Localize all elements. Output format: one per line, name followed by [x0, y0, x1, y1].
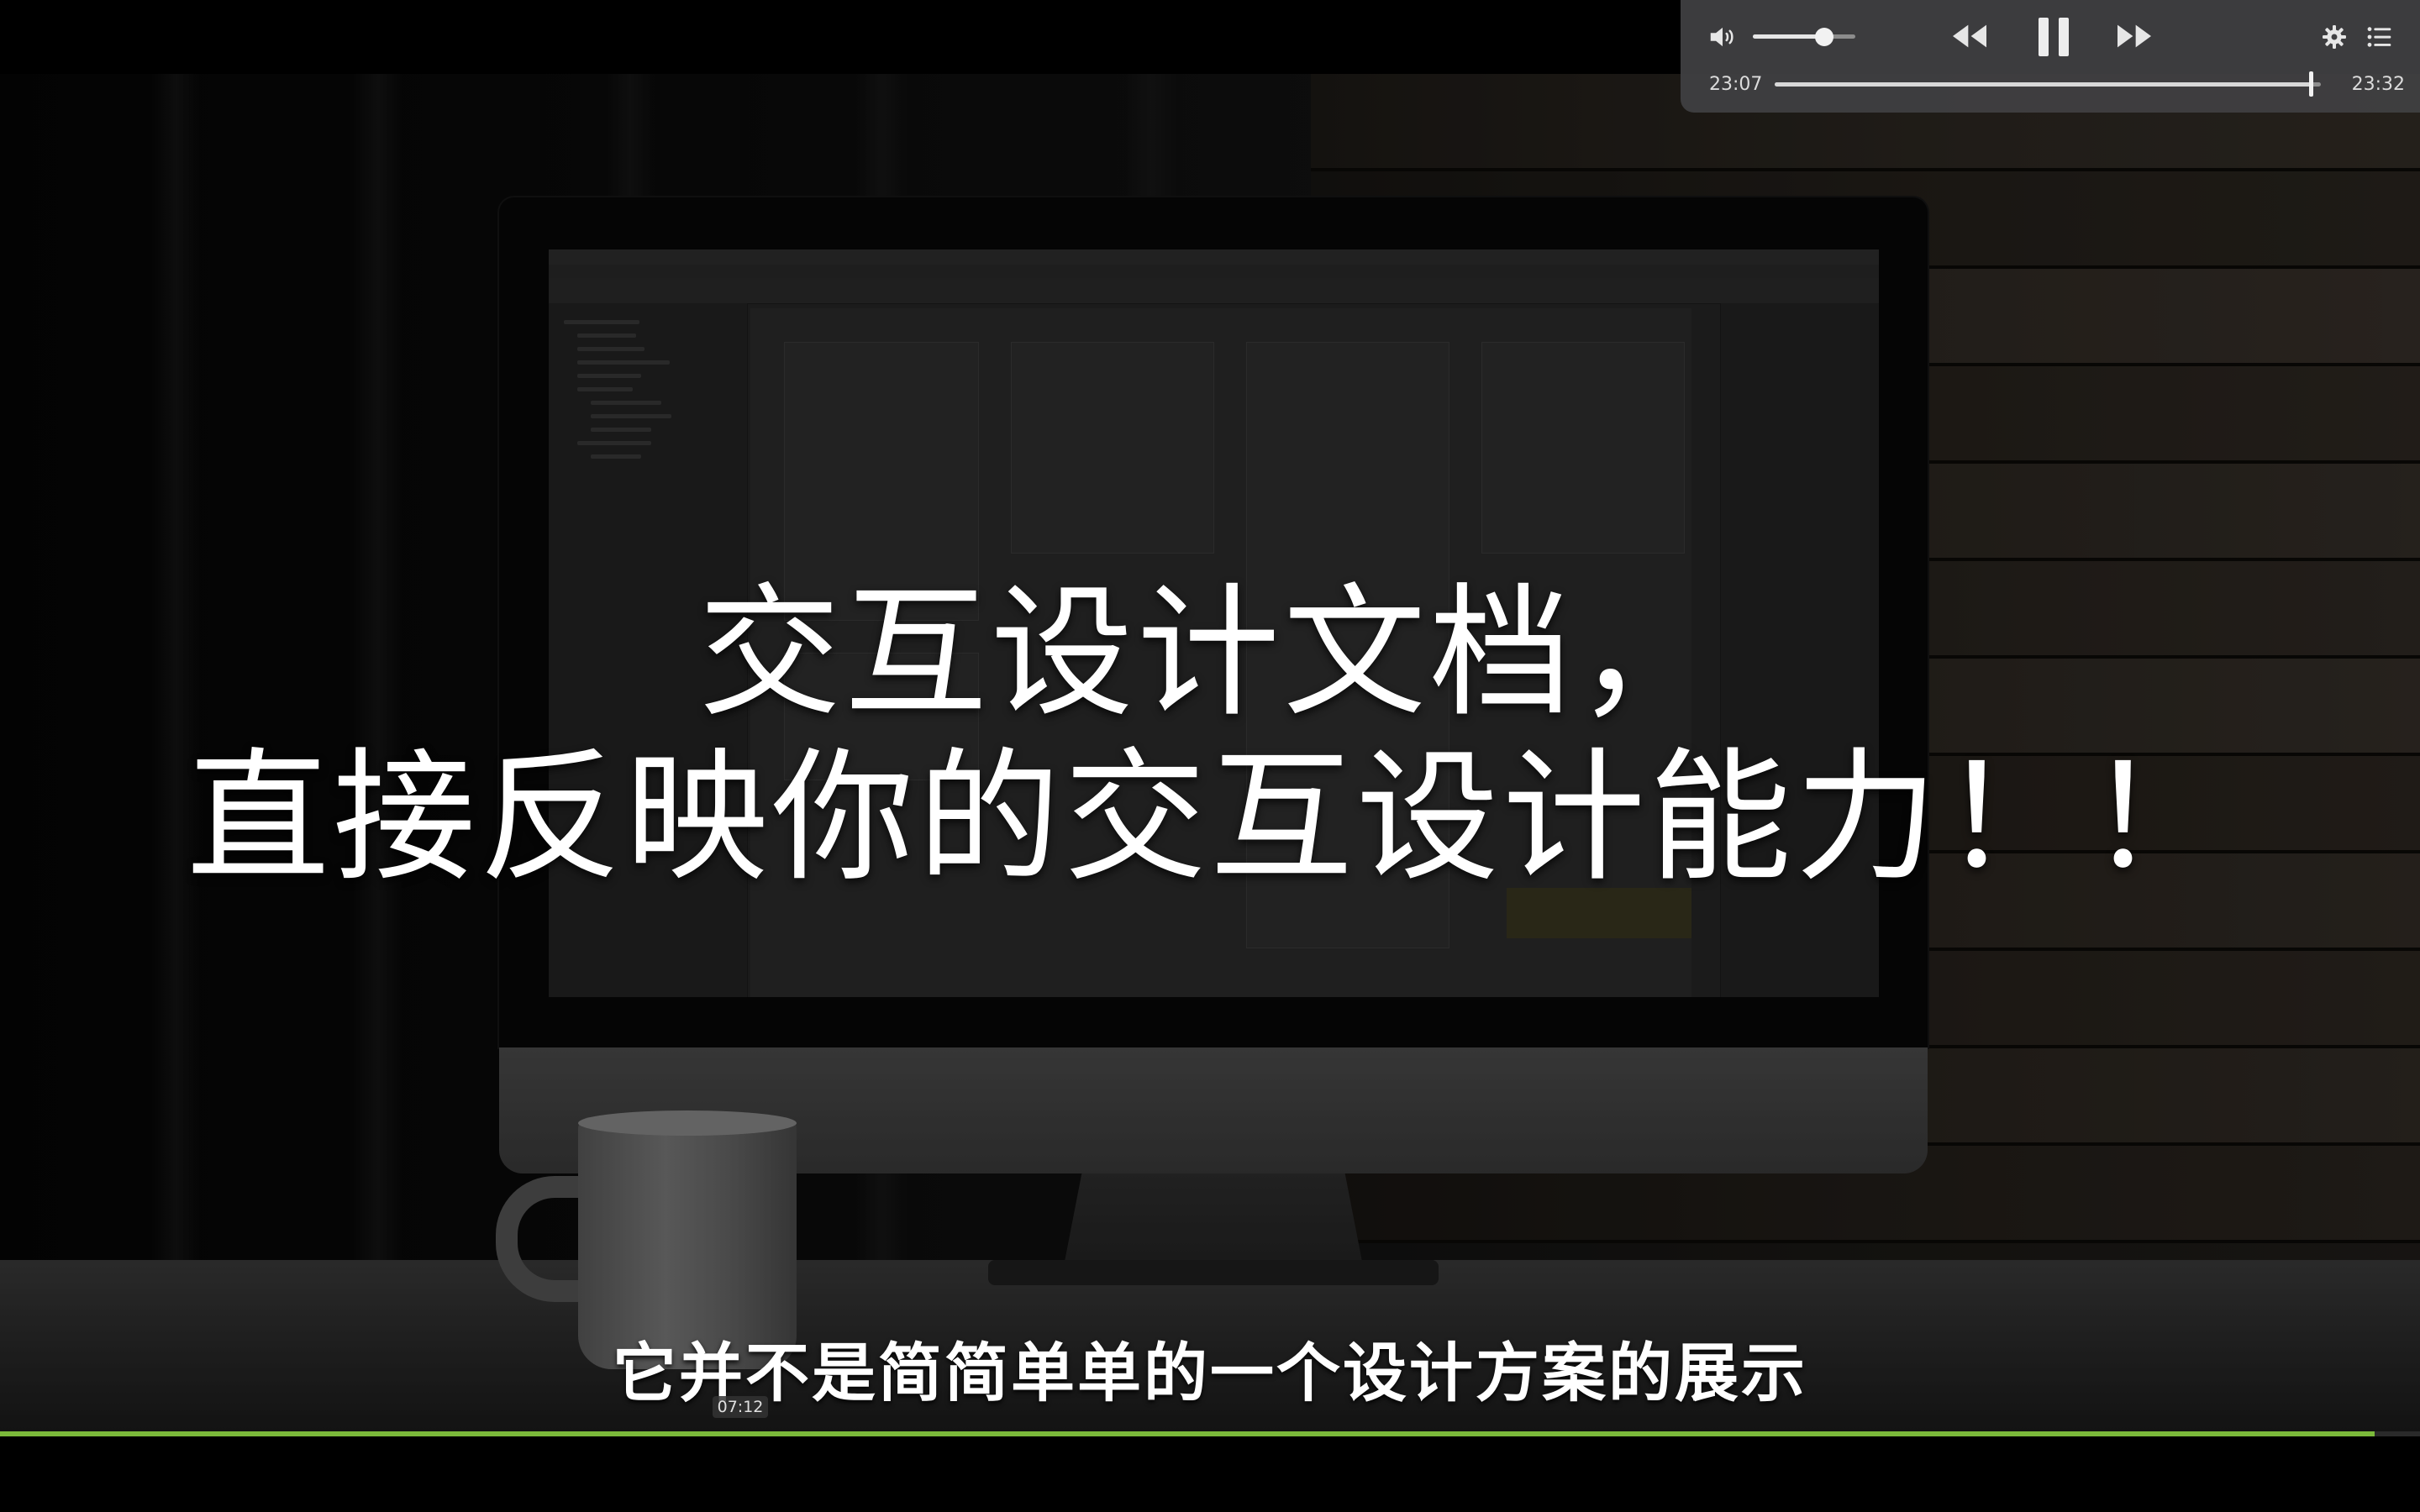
- list-icon: [2367, 27, 2391, 47]
- playlist-button[interactable]: [2361, 18, 2398, 55]
- volume-slider[interactable]: [1753, 28, 1855, 46]
- main-caption: 交互设计文档， 直接反映你的交互设计能力！！: [0, 571, 2420, 900]
- video-frame[interactable]: 交互设计文档， 直接反映你的交互设计能力！！ 它并不是简简单单的一个设计方案的展…: [0, 0, 2420, 1436]
- seek-bar-fill: [1775, 82, 2312, 87]
- player-controls: 23:07 23:32: [1681, 0, 2420, 113]
- fast-forward-icon: [2118, 24, 2151, 48]
- seek-bar[interactable]: [1775, 71, 2321, 97]
- volume-slider-fill: [1753, 34, 1825, 39]
- current-time: 23:07: [1709, 74, 1763, 95]
- settings-button[interactable]: [2316, 18, 2353, 55]
- bottom-progress-fill: [0, 1431, 2375, 1436]
- bottom-progress-bar[interactable]: [0, 1431, 2420, 1436]
- rewind-icon: [1953, 24, 1986, 48]
- volume-slider-knob[interactable]: [1815, 28, 1834, 46]
- scrub-preview-time: 07:12: [713, 1396, 768, 1418]
- main-caption-line-1: 交互设计文档，: [697, 570, 1722, 737]
- volume-button[interactable]: [1704, 18, 1741, 55]
- seek-bar-handle[interactable]: [2309, 71, 2314, 97]
- main-caption-line-2: 直接反映你的交互设计能力！！: [186, 735, 2233, 901]
- gear-icon: [2323, 25, 2346, 49]
- volume-icon: [1710, 27, 1733, 47]
- fast-forward-button[interactable]: [2111, 15, 2158, 57]
- rewind-button[interactable]: [1946, 15, 1993, 57]
- subtitle: 它并不是简简单单的一个设计方案的展示: [613, 1336, 1807, 1410]
- total-duration: 23:32: [2351, 74, 2405, 95]
- pause-button[interactable]: [2030, 12, 2077, 62]
- pause-icon: [2039, 18, 2069, 56]
